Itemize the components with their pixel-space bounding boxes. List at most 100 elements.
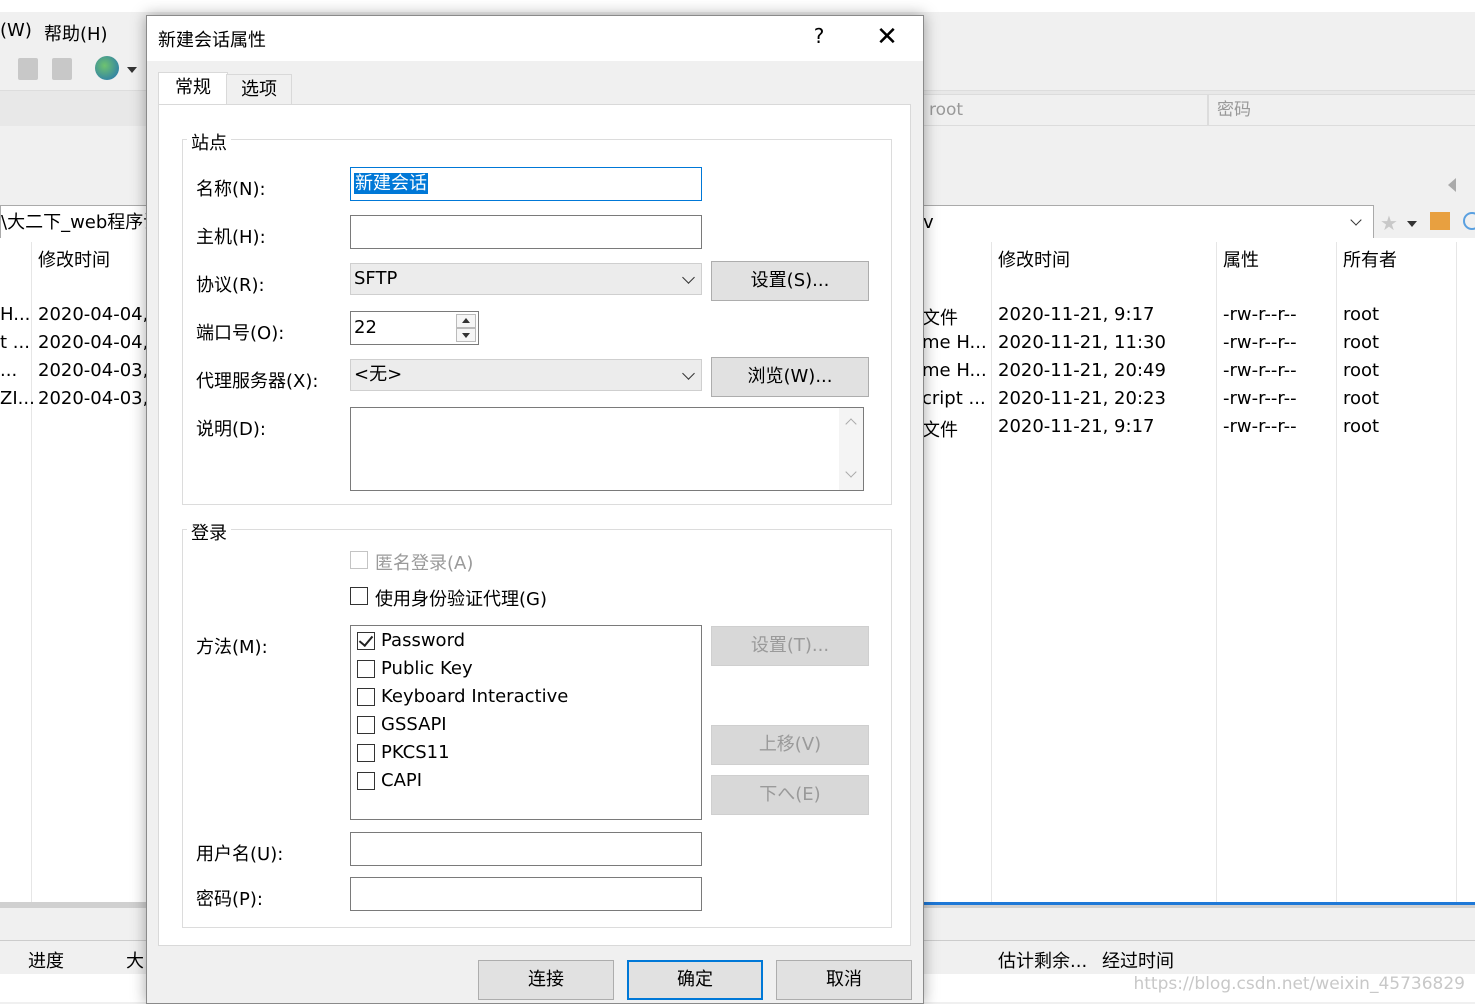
column-separator (1456, 242, 1457, 902)
remote-header-modified[interactable]: 修改时间 (998, 246, 1070, 272)
site-group-title: 站点 (187, 129, 231, 155)
spin-up-button[interactable] (456, 314, 476, 328)
method-capi-checkbox[interactable] (357, 772, 375, 790)
remote-row-name: cript ... (922, 388, 986, 409)
tab-options[interactable]: 选项 (226, 74, 292, 105)
name-input[interactable]: 新建会话 (350, 167, 702, 201)
help-button[interactable]: ? (807, 24, 831, 52)
remote-row-name: me H... (922, 332, 987, 353)
local-row-modified: 2020-04-04, (38, 304, 149, 325)
proxy-label: 代理服务器(X): (196, 371, 319, 392)
method-capi-label: CAPI (381, 770, 423, 791)
paste-icon[interactable] (52, 58, 72, 80)
remote-row-modified: 2020-11-21, 20:23 (998, 388, 1166, 409)
local-row-name: H... (0, 304, 31, 325)
quickconnect-user[interactable]: root (920, 94, 1208, 126)
dropdown-arrow-icon[interactable] (1407, 221, 1417, 227)
remote-row-attrs: -rw-r--r-- (1223, 304, 1297, 325)
local-row-modified: 2020-04-03, (38, 388, 149, 409)
spin-down-button[interactable] (456, 328, 476, 342)
dialog-titlebar[interactable]: 新建会话属性 ? ✕ (147, 16, 923, 61)
cancel-button[interactable]: 取消 (776, 960, 912, 1000)
method-pkcs11-checkbox[interactable] (357, 744, 375, 762)
move-down-button[interactable]: 下へ(E) (711, 775, 869, 815)
column-separator (1336, 242, 1337, 902)
proxy-browse-button[interactable]: 浏览(W)... (711, 357, 869, 397)
queue-header-size[interactable]: 大 (126, 947, 144, 973)
password-input[interactable] (350, 877, 702, 911)
focus-line (920, 902, 1475, 905)
proxy-select[interactable]: <无> (350, 359, 702, 391)
method-pkcs11-label: PKCS11 (381, 742, 450, 763)
scrollbar[interactable] (839, 408, 863, 490)
chevron-up-icon[interactable] (845, 418, 857, 430)
menu-help[interactable]: 帮助(H) (44, 20, 108, 46)
tab-general[interactable]: 常规 (158, 72, 228, 105)
queue-header-progress[interactable]: 进度 (28, 947, 64, 973)
remote-row-modified: 2020-11-21, 11:30 (998, 332, 1166, 353)
remote-row-modified: 2020-11-21, 9:17 (998, 416, 1155, 437)
method-settings-button[interactable]: 设置(T)... (711, 626, 869, 666)
protocol-select[interactable]: SFTP (350, 263, 702, 295)
method-password-checkbox[interactable] (357, 632, 375, 650)
remote-header-attrs[interactable]: 属性 (1223, 246, 1259, 272)
ok-button[interactable]: 确定 (627, 960, 763, 1000)
host-label: 主机(H): (196, 227, 266, 248)
method-list[interactable]: Password Public Key Keyboard Interactive… (350, 625, 702, 820)
connect-button[interactable]: 连接 (478, 960, 614, 1000)
home-icon[interactable] (1430, 212, 1450, 230)
globe-icon[interactable] (95, 56, 119, 80)
chevron-down-icon (682, 367, 695, 380)
login-group-title: 登录 (187, 519, 231, 545)
arrow-down-icon (462, 333, 470, 338)
password-label: 密码(P): (196, 889, 263, 910)
method-publickey-checkbox[interactable] (357, 660, 375, 678)
chevron-down-icon[interactable] (845, 466, 857, 478)
remote-path[interactable]: v (920, 205, 1374, 240)
quickconnect-password[interactable]: 密码 (1208, 94, 1475, 126)
new-session-dialog: 新建会话属性 ? ✕ 常规 选项 站点 名称(N): 新建会话 主机(H): 协… (146, 15, 924, 1004)
menu-window[interactable]: (W) (0, 20, 32, 41)
agent-label: 使用身份验证代理(G) (375, 589, 547, 610)
star-icon[interactable]: ★ (1380, 211, 1398, 235)
name-label: 名称(N): (196, 179, 266, 200)
username-label: 用户名(U): (196, 844, 284, 865)
proxy-value: <无> (354, 364, 403, 385)
column-separator (1216, 242, 1217, 902)
move-up-button[interactable]: 上移(V) (711, 725, 869, 765)
arrow-up-icon (462, 318, 470, 323)
protocol-label: 协议(R): (196, 275, 265, 296)
local-header-modified[interactable]: 修改时间 (38, 246, 110, 272)
method-gssapi-label: GSSAPI (381, 714, 447, 735)
dropdown-arrow-icon[interactable] (127, 67, 137, 73)
name-value: 新建会话 (354, 173, 428, 194)
local-row-modified: 2020-04-03, (38, 360, 149, 381)
watermark: https://blog.csdn.net/weixin_45736829 (1133, 974, 1465, 994)
port-spinner[interactable]: 22 (350, 311, 479, 345)
protocol-settings-button[interactable]: 设置(S)... (711, 261, 869, 301)
copy-icon[interactable] (18, 58, 38, 80)
local-path[interactable]: \大二下_web程序设 (0, 205, 148, 240)
port-label: 端口号(O): (196, 323, 285, 344)
local-row-name: t ... (0, 332, 30, 353)
method-keyboard-label: Keyboard Interactive (381, 686, 569, 707)
refresh-icon[interactable] (1463, 212, 1475, 230)
remote-row-owner: root (1343, 304, 1380, 325)
remote-row-name: 文件 (922, 420, 958, 441)
method-keyboard-checkbox[interactable] (357, 688, 375, 706)
remote-header-owner[interactable]: 所有者 (1343, 246, 1397, 272)
remote-row-owner: root (1343, 388, 1380, 409)
queue-header-remaining[interactable]: 估计剩余... (998, 947, 1087, 973)
host-input[interactable] (350, 215, 702, 249)
method-publickey-label: Public Key (381, 658, 473, 679)
agent-checkbox[interactable] (350, 587, 368, 605)
collapse-icon[interactable] (1448, 178, 1456, 192)
username-input[interactable] (350, 832, 702, 866)
queue-header-elapsed[interactable]: 经过时间 (1102, 947, 1174, 973)
description-textarea[interactable] (350, 407, 864, 491)
remote-row-attrs: -rw-r--r-- (1223, 360, 1297, 381)
method-label: 方法(M): (196, 637, 268, 658)
close-button[interactable]: ✕ (869, 22, 905, 54)
anonymous-checkbox[interactable] (350, 551, 368, 569)
method-gssapi-checkbox[interactable] (357, 716, 375, 734)
